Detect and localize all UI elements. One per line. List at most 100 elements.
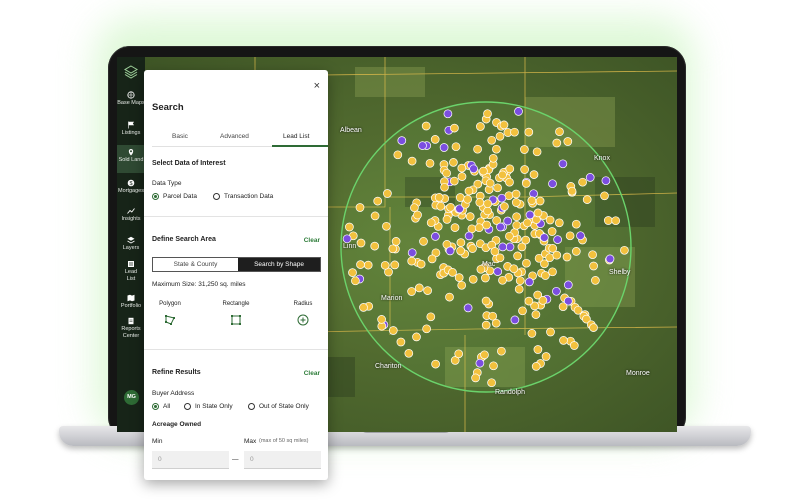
- map-marker[interactable]: [419, 237, 428, 246]
- map-marker[interactable]: [442, 168, 451, 178]
- search-by-shape-button[interactable]: Search by Shape: [238, 258, 320, 271]
- sidebar-item-listings[interactable]: Listings: [117, 121, 145, 137]
- map-marker[interactable]: [377, 315, 386, 324]
- tab-basic[interactable]: Basic: [172, 133, 188, 140]
- polygon-icon[interactable]: [164, 314, 176, 326]
- map-marker[interactable]: [523, 218, 532, 228]
- map-marker[interactable]: [464, 186, 474, 196]
- map-marker[interactable]: [571, 247, 581, 256]
- map-marker[interactable]: [454, 273, 464, 282]
- map-marker[interactable]: [505, 231, 514, 241]
- map-marker[interactable]: [431, 359, 440, 369]
- max-acreage-input[interactable]: 0: [244, 451, 321, 469]
- tab-advanced[interactable]: Advanced: [220, 133, 249, 140]
- map-marker[interactable]: [487, 378, 496, 388]
- map-marker[interactable]: [591, 276, 600, 285]
- map-marker[interactable]: [488, 153, 498, 163]
- map-marker[interactable]: [425, 158, 435, 168]
- map-marker[interactable]: [436, 201, 446, 211]
- map-marker[interactable]: [427, 254, 437, 264]
- map-marker[interactable]: [434, 193, 444, 202]
- map-marker[interactable]: [493, 267, 503, 276]
- map-marker[interactable]: [553, 235, 562, 244]
- map-marker[interactable]: [548, 179, 557, 189]
- map-marker[interactable]: [527, 196, 537, 205]
- map-marker[interactable]: [499, 120, 509, 130]
- buyer-all-label[interactable]: All: [163, 403, 170, 410]
- map-marker[interactable]: [531, 310, 541, 319]
- sidebar-item-lead-list[interactable]: Lead List: [117, 260, 145, 282]
- map-marker[interactable]: [539, 233, 549, 242]
- map-marker[interactable]: [529, 170, 539, 179]
- avatar[interactable]: MG: [124, 390, 139, 405]
- map-marker[interactable]: [476, 122, 485, 131]
- map-marker[interactable]: [562, 252, 572, 262]
- map-marker[interactable]: [492, 144, 501, 154]
- map-marker[interactable]: [503, 216, 513, 226]
- map-marker[interactable]: [565, 231, 575, 241]
- map-marker[interactable]: [482, 220, 491, 230]
- parcel-data-label[interactable]: Parcel Data: [163, 193, 197, 200]
- map-marker[interactable]: [457, 172, 467, 181]
- map-marker[interactable]: [620, 245, 629, 255]
- map-marker[interactable]: [520, 165, 529, 174]
- sidebar-item-insights[interactable]: Insights: [117, 207, 145, 223]
- map-marker[interactable]: [474, 223, 484, 233]
- map-marker[interactable]: [545, 215, 555, 225]
- parcel-data-radio[interactable]: [152, 193, 159, 200]
- map-marker[interactable]: [446, 202, 455, 212]
- map-marker[interactable]: [449, 176, 459, 186]
- map-marker[interactable]: [416, 259, 426, 269]
- map-marker[interactable]: [483, 206, 492, 216]
- map-marker[interactable]: [463, 303, 473, 313]
- map-marker[interactable]: [448, 268, 457, 277]
- map-marker[interactable]: [440, 182, 449, 192]
- map-marker[interactable]: [412, 332, 421, 342]
- sidebar-item-portfolio[interactable]: Portfolio: [117, 294, 145, 310]
- map-marker[interactable]: [388, 326, 398, 335]
- map-marker[interactable]: [505, 177, 514, 187]
- map-marker[interactable]: [521, 235, 531, 245]
- map-marker[interactable]: [359, 303, 368, 312]
- map-marker[interactable]: [407, 156, 417, 166]
- map-marker[interactable]: [547, 227, 557, 236]
- map-marker[interactable]: [515, 276, 525, 286]
- map-marker[interactable]: [456, 246, 465, 256]
- map-marker[interactable]: [527, 329, 537, 338]
- map-marker[interactable]: [589, 323, 598, 332]
- sidebar-item-base-maps[interactable]: Base Maps: [117, 91, 145, 107]
- map-marker[interactable]: [481, 296, 491, 306]
- map-marker[interactable]: [514, 284, 524, 294]
- map-marker[interactable]: [525, 277, 534, 287]
- map-marker[interactable]: [388, 244, 398, 254]
- map-marker[interactable]: [552, 138, 562, 148]
- map-marker[interactable]: [426, 312, 436, 322]
- map-marker[interactable]: [351, 276, 360, 286]
- map-marker[interactable]: [555, 127, 564, 137]
- state-county-button[interactable]: State & County: [153, 258, 238, 271]
- map-marker[interactable]: [345, 222, 354, 232]
- map-marker[interactable]: [450, 123, 459, 133]
- sidebar-item-sold-land[interactable]: Sold Land: [117, 145, 145, 173]
- map-marker[interactable]: [468, 244, 477, 253]
- map-marker[interactable]: [363, 260, 373, 270]
- map-marker[interactable]: [569, 341, 579, 350]
- map-marker[interactable]: [483, 199, 493, 209]
- map-marker[interactable]: [471, 373, 480, 383]
- min-acreage-input[interactable]: 0: [152, 451, 229, 469]
- map-marker[interactable]: [418, 141, 427, 150]
- map-marker[interactable]: [611, 216, 621, 226]
- buyer-all-radio[interactable]: [152, 403, 159, 410]
- map-marker[interactable]: [410, 203, 419, 213]
- map-marker[interactable]: [497, 346, 506, 356]
- transaction-data-radio[interactable]: [213, 193, 220, 200]
- map-marker[interactable]: [532, 147, 542, 157]
- map-marker[interactable]: [522, 258, 531, 268]
- map-marker[interactable]: [601, 176, 611, 186]
- map-marker[interactable]: [342, 234, 352, 244]
- map-marker[interactable]: [465, 212, 475, 221]
- map-marker[interactable]: [546, 327, 555, 337]
- map-marker[interactable]: [489, 361, 498, 371]
- map-marker[interactable]: [485, 178, 495, 188]
- map-marker[interactable]: [541, 352, 551, 361]
